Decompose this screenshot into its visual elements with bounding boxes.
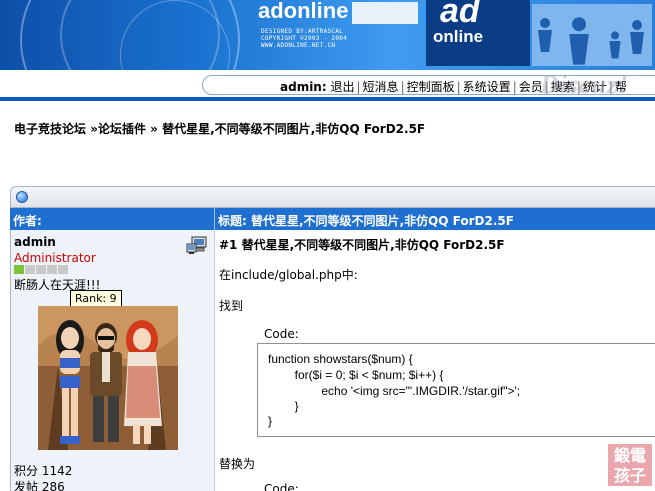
post-text: 找到 [219,299,244,313]
brand-name: adonline [258,0,349,23]
rank-stars[interactable] [14,265,68,274]
breadcrumb-forum[interactable]: 电子竞技论坛 [14,122,86,136]
banner-credits: DESIGNED BY:ARTRASCAL COPYRIGHT ©2003 - … [261,28,347,49]
watermark-line: 孩子 [613,466,646,485]
author-posts: 发帖 286 [14,480,65,491]
table-header-row: 作者: 标题: 替代星星,不同等级不同图片,非仿QQ ForD2.5F [10,208,655,230]
menu-control-panel[interactable]: 控制面板 [407,80,455,94]
post-text: 替换为 [219,457,256,471]
author-header: 作者: [13,214,42,228]
author-points: 积分 1142 [14,464,73,478]
author-group: Administrator [14,251,96,265]
code-label: Code: [264,327,299,341]
person-icon [609,31,621,59]
code-block[interactable]: function showstars($num) { for($i = 0; $… [257,343,655,437]
post-title: #1 替代星星,不同等级不同图片,非仿QQ ForD2.5F [219,238,505,252]
watermark-line: 鍛電 [613,446,646,465]
menu-username[interactable]: admin: [280,80,327,94]
breadcrumb-thread: 替代星星,不同等级不同图片,非仿QQ ForD2.5F [162,122,426,136]
brand-tab [352,2,418,24]
person-icon [630,20,644,54]
post-text: 在include/global.php中: [219,268,358,282]
title-header: 标题: 替代星星,不同等级不同图片,非仿QQ ForD2.5F [218,214,514,228]
author-avatar [38,306,178,450]
breadcrumb: 电子竞技论坛 »论坛插件 » 替代星星,不同等级不同图片,非仿QQ ForD2.… [14,120,425,137]
menu-system-settings[interactable]: 系统设置 [463,80,511,94]
author-stats: 积分 1142 发帖 286 [14,463,72,491]
people-graphic [532,4,652,66]
rank-tooltip: Rank: 9 [70,290,122,307]
code-line: echo '<img src="'.IMGDIR.'/star.gif">'; [268,384,521,398]
corner-watermark: 鍛電 孩子 [606,442,654,488]
code-line: for($i = 0; $i < $num; $i++) { [268,368,444,382]
code-line: } [268,414,273,428]
logo-text-bottom: online [433,27,484,46]
breadcrumb-section[interactable]: 论坛插件 [98,122,146,136]
star-icon [36,265,46,274]
star-icon [25,265,35,274]
computer-icon[interactable] [186,236,208,256]
author-name[interactable]: admin [14,235,56,249]
star-icon [47,265,57,274]
credit-line: COPYRIGHT ©2003 - 2004 [261,35,348,42]
star-icon [14,265,24,274]
star-icon [58,265,68,274]
breadcrumb-separator: » [150,122,158,136]
breadcrumb-separator: » [90,122,98,136]
person-icon [538,18,552,52]
credit-line: WWW.ADONLINE.NET.CN [261,42,336,49]
bullet-icon [16,191,28,203]
menu-messages[interactable]: 短消息 [363,80,399,94]
code-line: function showstars($num) { [268,352,413,366]
table-frame-top [10,186,655,208]
code-line: } [268,399,299,413]
menu-logout[interactable]: 退出 [330,80,354,94]
code-label: Code: [264,482,299,491]
person-icon [569,17,589,65]
discuz-watermark: Discuz! [540,70,630,99]
credit-line: DESIGNED BY:ARTRASCAL [261,28,344,35]
